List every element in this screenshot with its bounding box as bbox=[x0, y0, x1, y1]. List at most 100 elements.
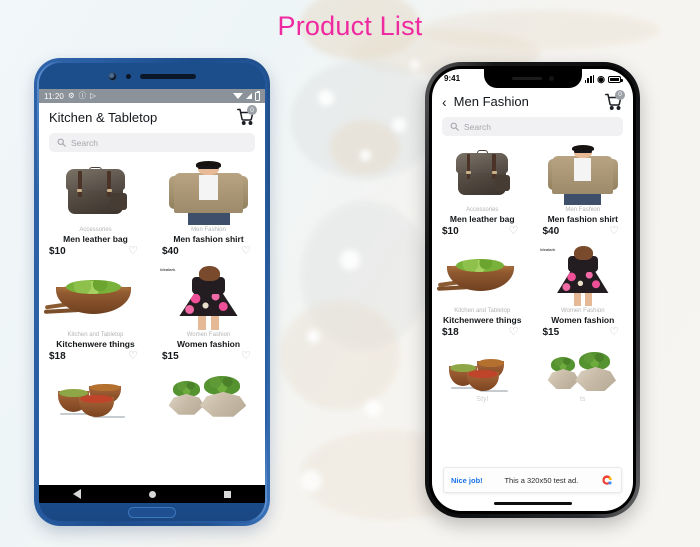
product-category: Men Fashion bbox=[565, 207, 601, 213]
product-card[interactable]: Idealark Women Fashion Women fashion $15… bbox=[152, 263, 265, 368]
front-camera-icon bbox=[108, 71, 117, 81]
heart-outline-icon[interactable]: ♡ bbox=[609, 327, 619, 338]
product-card[interactable]: Men Fashion Men fashion shirt $40 ♡ bbox=[532, 142, 633, 243]
ad-cta-link[interactable]: Nice job! bbox=[451, 476, 483, 485]
product-image-wooden-salad-bowl bbox=[436, 245, 529, 307]
shopping-cart-icon[interactable]: 0 bbox=[605, 89, 625, 111]
product-price: $18 bbox=[442, 327, 459, 338]
product-category: Kitchen and Tabletop bbox=[67, 332, 124, 338]
product-card[interactable]: Men Fashion Men fashion shirt $40 ♡ bbox=[152, 158, 265, 263]
product-card[interactable] bbox=[39, 368, 152, 428]
heart-outline-icon[interactable]: ♡ bbox=[241, 351, 251, 362]
product-category: Women Fashion bbox=[560, 308, 605, 314]
product-card[interactable]: Idealark Women Fashion Women fashion $15 bbox=[532, 243, 633, 344]
image-watermark: Idealark bbox=[160, 266, 176, 272]
ios-app-bar: ‹ Men Fashion 0 bbox=[432, 88, 633, 115]
product-image-wooden-food-bowls bbox=[436, 346, 529, 396]
product-name: Kitchenwere things bbox=[443, 315, 522, 325]
status-time: 9:41 bbox=[444, 74, 461, 83]
ad-banner[interactable]: Nice job! This a 320x50 test ad. bbox=[443, 467, 622, 493]
partial-label-right: ts bbox=[580, 396, 586, 403]
search-icon bbox=[57, 138, 66, 147]
product-category: Accessories bbox=[79, 227, 112, 233]
gear-icon: ⚙ bbox=[67, 91, 75, 101]
product-name: Men leather bag bbox=[449, 214, 515, 224]
product-image-stone-planters bbox=[536, 346, 629, 396]
ad-text: This a 320x50 test ad. bbox=[504, 475, 579, 485]
search-input[interactable]: Search bbox=[442, 117, 623, 136]
product-image-man-in-khaki-shirt bbox=[536, 144, 629, 206]
battery-icon bbox=[608, 75, 623, 83]
product-image-floral-dress: Idealark bbox=[156, 265, 261, 331]
sensor-icon bbox=[126, 73, 131, 79]
product-price: $40 bbox=[542, 226, 560, 237]
product-category: Kitchen and Tabletop bbox=[454, 308, 511, 314]
product-category: Men Fashion bbox=[191, 227, 226, 233]
product-name: Kitchenwere things bbox=[56, 339, 135, 349]
product-price: $10 bbox=[49, 246, 66, 257]
wifi-icon: ◉ bbox=[597, 73, 605, 84]
heart-outline-icon[interactable]: ♡ bbox=[609, 226, 619, 237]
product-image-wooden-food-bowls bbox=[43, 370, 148, 422]
product-card[interactable]: Kitchen and Tabletop Kitchenwere things … bbox=[432, 243, 533, 344]
android-chin bbox=[39, 503, 265, 521]
product-card[interactable]: Accessories Men leather bag $10 ♡ bbox=[432, 142, 533, 243]
recents-square-icon[interactable] bbox=[224, 490, 231, 498]
page-title: Product List bbox=[277, 11, 423, 41]
product-card[interactable]: Accessories Men leather bag $10 ♡ bbox=[39, 158, 152, 263]
product-grid: Accessories Men leather bag $10 ♡ Men Fa… bbox=[432, 142, 633, 409]
cellular-signal-icon bbox=[584, 74, 595, 83]
product-card[interactable]: ts bbox=[532, 344, 633, 409]
home-circle-icon[interactable] bbox=[149, 490, 156, 498]
product-name: Men fashion shirt bbox=[173, 234, 244, 244]
chevron-left-icon[interactable]: ‹ bbox=[442, 95, 447, 109]
heart-outline-icon[interactable]: ♡ bbox=[128, 351, 138, 362]
image-watermark: Idealark bbox=[540, 246, 556, 252]
android-navigation-bar bbox=[39, 485, 265, 503]
heart-outline-icon[interactable]: ♡ bbox=[241, 246, 251, 257]
battery-icon bbox=[255, 90, 260, 101]
android-status-bar: 11:20 ⚙ ⓘ ▷ bbox=[39, 89, 265, 103]
product-image-wooden-salad-bowl bbox=[43, 265, 148, 331]
search-placeholder: Search bbox=[464, 121, 491, 132]
heart-outline-icon[interactable]: ♡ bbox=[509, 226, 519, 237]
cart-badge: 0 bbox=[247, 105, 257, 115]
search-icon bbox=[450, 122, 459, 131]
info-icon: ⓘ bbox=[78, 91, 87, 101]
home-indicator[interactable] bbox=[493, 501, 572, 505]
product-image-leather-backpack bbox=[43, 160, 148, 226]
earpiece-speaker bbox=[140, 73, 196, 79]
android-phone-mockup: 11:20 ⚙ ⓘ ▷ Kitchen & Tabletop 0 Search … bbox=[34, 58, 270, 526]
product-card[interactable] bbox=[152, 368, 265, 428]
product-category: Accessories bbox=[466, 207, 499, 213]
page-heading: Kitchen & Tabletop bbox=[49, 109, 158, 125]
product-price: $18 bbox=[49, 351, 66, 362]
partial-label-left: Styl bbox=[476, 396, 489, 403]
physical-home-button[interactable] bbox=[128, 506, 176, 518]
product-price: $10 bbox=[442, 226, 459, 237]
search-input[interactable]: Search bbox=[49, 133, 255, 152]
signal-icon bbox=[246, 93, 252, 99]
cart-badge: 0 bbox=[615, 89, 625, 100]
ios-status-bar: 9:41 ◉ bbox=[432, 69, 633, 88]
shopping-cart-icon[interactable]: 0 bbox=[237, 105, 257, 126]
search-placeholder: Search bbox=[71, 137, 98, 148]
iphone-screen: 9:41 ◉ ‹ Men Fashion 0 Search Accessorie… bbox=[432, 69, 633, 511]
back-triangle-icon[interactable] bbox=[73, 489, 81, 499]
product-grid: Accessories Men leather bag $10 ♡ Men Fa… bbox=[39, 158, 265, 428]
product-card[interactable]: Kitchen and Tabletop Kitchenwere things … bbox=[39, 263, 152, 368]
wifi-icon bbox=[233, 93, 243, 99]
product-name: Women fashion bbox=[551, 315, 615, 325]
heart-outline-icon[interactable]: ♡ bbox=[128, 246, 138, 257]
heart-outline-icon[interactable]: ♡ bbox=[509, 327, 519, 338]
product-price: $15 bbox=[542, 327, 560, 338]
admob-logo bbox=[600, 473, 614, 487]
product-image-stone-planters bbox=[156, 370, 261, 422]
product-price: $15 bbox=[162, 351, 179, 362]
product-price: $40 bbox=[162, 246, 179, 257]
iphone-mockup: 9:41 ◉ ‹ Men Fashion 0 Search Accessorie… bbox=[425, 62, 640, 518]
android-app-bar: Kitchen & Tabletop 0 bbox=[39, 103, 265, 131]
page-heading: Men Fashion bbox=[453, 94, 529, 109]
product-card[interactable]: Styl bbox=[432, 344, 533, 409]
android-earpiece-area bbox=[39, 63, 265, 89]
